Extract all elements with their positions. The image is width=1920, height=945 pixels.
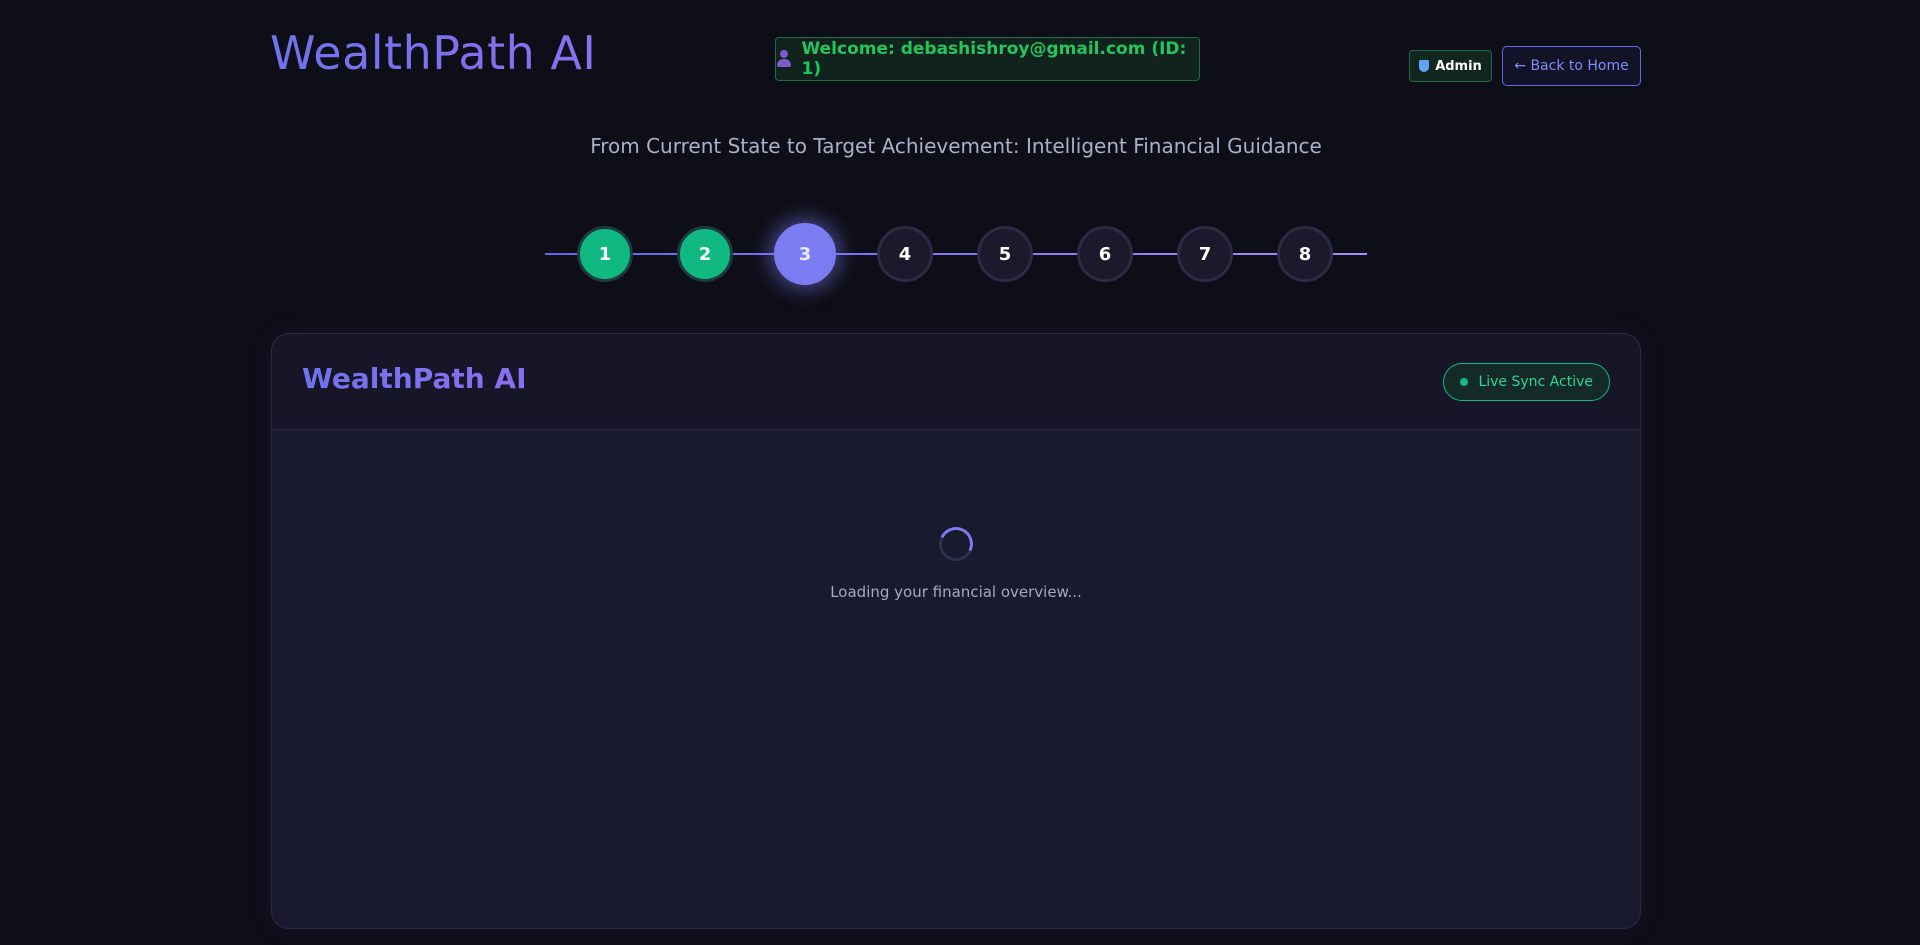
loading-state: Loading your financial overview... — [272, 522, 1640, 601]
welcome-banner: Welcome: debashishroy@gmail.com (ID: 1) — [775, 37, 1200, 81]
status-dot-icon — [1460, 378, 1469, 386]
card-title: WealthPath AI — [302, 362, 527, 395]
card-header: WealthPath AI Live Sync Active — [272, 334, 1640, 430]
step-3[interactable]: 3 — [774, 223, 836, 285]
user-icon — [776, 50, 792, 68]
admin-label: Admin — [1435, 58, 1482, 74]
step-1[interactable]: 1 — [577, 226, 633, 282]
step-4[interactable]: 4 — [877, 226, 933, 282]
welcome-text: Welcome: debashishroy@gmail.com (ID: 1) — [801, 39, 1187, 79]
shield-icon — [1419, 60, 1430, 72]
back-to-home-button[interactable]: ← Back to Home — [1502, 46, 1641, 86]
admin-button[interactable]: Admin — [1409, 50, 1492, 82]
step-2[interactable]: 2 — [677, 226, 733, 282]
brand-title: WealthPath AI — [270, 26, 597, 80]
step-7[interactable]: 7 — [1177, 226, 1233, 282]
page: WealthPath AI Welcome: debashishroy@gmai… — [0, 0, 1920, 945]
sync-label: Live Sync Active — [1478, 374, 1593, 390]
progress-stepper: 1 2 3 4 5 6 7 8 — [545, 223, 1367, 285]
live-sync-badge: Live Sync Active — [1443, 363, 1610, 401]
overview-card: WealthPath AI Live Sync Active Loading y… — [271, 333, 1641, 929]
step-5[interactable]: 5 — [977, 226, 1033, 282]
stepper-line — [545, 253, 1367, 255]
loading-spinner-icon — [934, 522, 978, 566]
page-subtitle: From Current State to Target Achievement… — [590, 134, 1322, 158]
step-8[interactable]: 8 — [1277, 226, 1333, 282]
loading-text: Loading your financial overview... — [830, 583, 1082, 601]
step-6[interactable]: 6 — [1077, 226, 1133, 282]
